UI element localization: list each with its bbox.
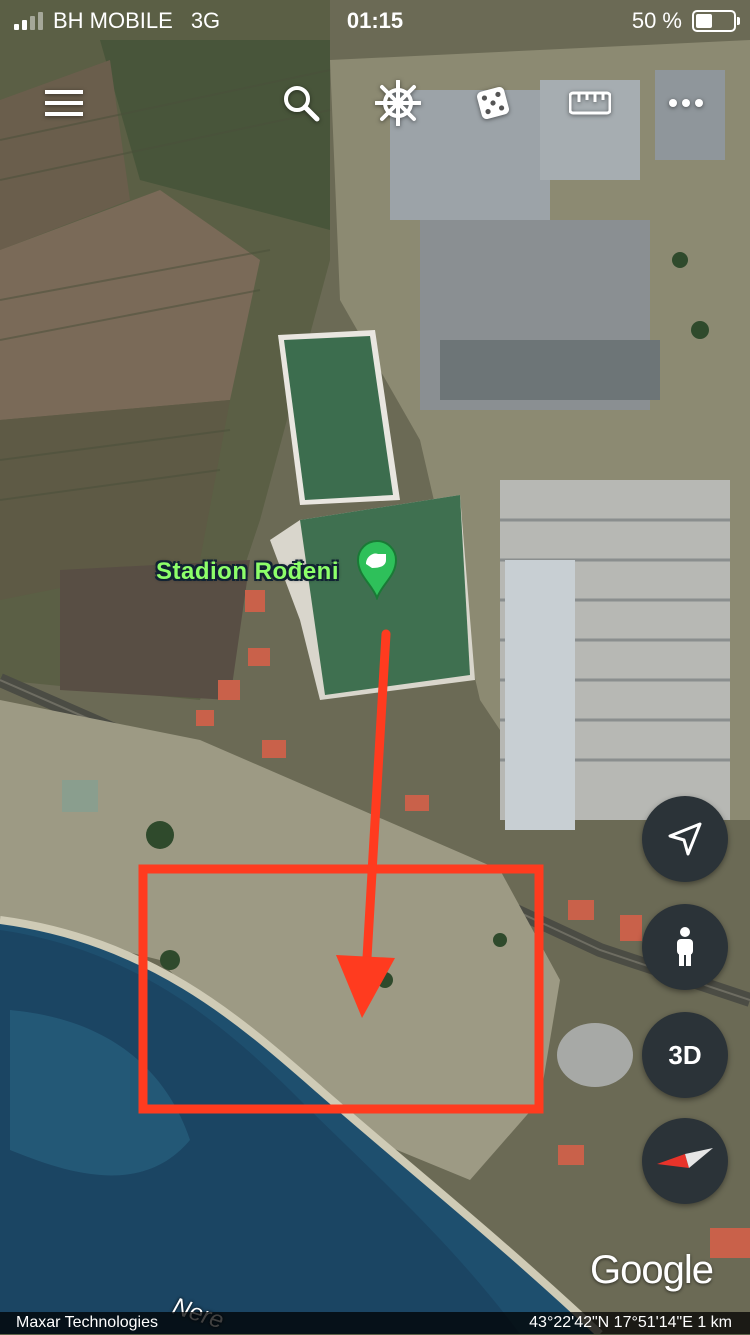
place-label[interactable]: Stadion Rođeni <box>156 558 339 586</box>
status-right: 50 % <box>631 8 740 34</box>
feeling-lucky-button[interactable] <box>468 78 518 128</box>
pegman-icon <box>677 927 693 966</box>
search-button[interactable] <box>276 78 326 128</box>
compass-button[interactable] <box>642 1118 728 1204</box>
battery-percent: 50 % <box>631 8 682 33</box>
attribution-bar: Maxar Technologies 43°22'42"N 17°51'14"E… <box>0 1312 750 1334</box>
battery-fill <box>696 14 712 28</box>
ship-wheel-icon <box>375 80 421 126</box>
compass-icon <box>657 1148 713 1168</box>
my-location-button[interactable] <box>642 796 728 882</box>
measure-button[interactable] <box>565 78 615 128</box>
more-options-button[interactable] <box>661 78 711 128</box>
imagery-attribution[interactable]: Maxar Technologies <box>16 1314 158 1332</box>
more-horizontal-icon <box>669 99 703 107</box>
toggle-3d-button[interactable]: 3D <box>642 1012 728 1098</box>
dice-icon <box>476 86 510 120</box>
voyager-button[interactable] <box>373 78 423 128</box>
status-bar: BH MOBILE 3G 01:15 50 % <box>0 0 750 40</box>
street-view-button[interactable] <box>642 904 728 990</box>
ruler-icon <box>569 91 611 115</box>
google-logo: Google <box>590 1248 714 1292</box>
navigation-arrow-icon <box>668 822 702 856</box>
satellite-map[interactable] <box>0 0 750 1334</box>
coordinates-scale: 43°22'42"N 17°51'14"E 1 km <box>529 1314 732 1331</box>
menu-button[interactable] <box>39 78 89 128</box>
hamburger-menu-icon <box>45 90 83 116</box>
search-icon <box>284 86 320 122</box>
battery-icon <box>692 10 740 32</box>
stadium-pin-icon[interactable] <box>356 538 398 600</box>
